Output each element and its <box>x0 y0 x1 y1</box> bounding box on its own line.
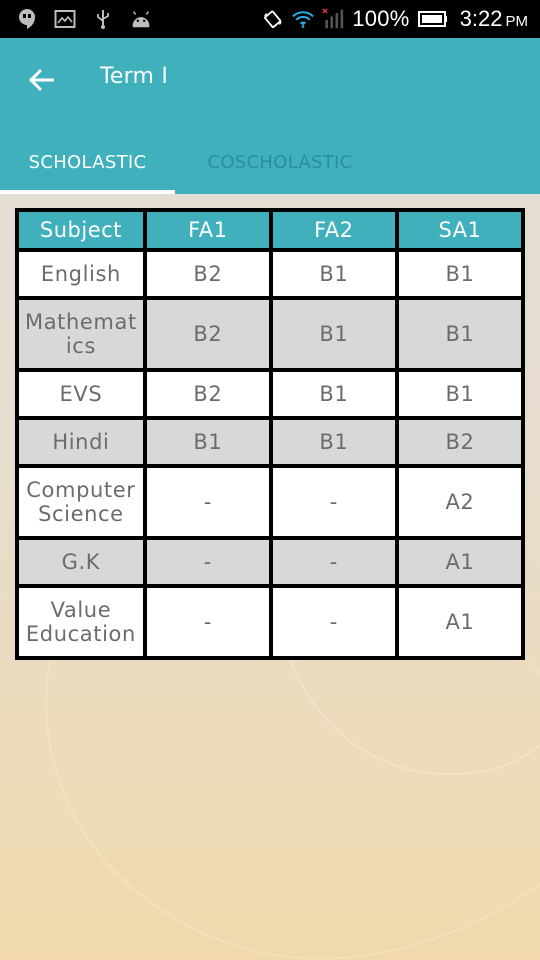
grade-cell-fa1: B2 <box>146 252 269 296</box>
clock: 3:22 PM <box>460 6 528 32</box>
table-row: Hindi B1 B1 B2 <box>19 420 521 464</box>
grade-cell-sa1: B1 <box>398 252 521 296</box>
grade-cell-fa2: - <box>272 588 395 656</box>
subject-cell: Computer Science <box>19 468 143 536</box>
grade-cell-sa1: A1 <box>398 588 521 656</box>
page-title: Term I <box>100 64 169 89</box>
grade-cell-sa1: A1 <box>398 540 521 584</box>
subject-cell: English <box>19 252 143 296</box>
grade-cell-fa1: - <box>146 468 269 536</box>
grade-cell-fa2: B1 <box>272 420 395 464</box>
grade-cell-fa1: B2 <box>146 372 269 416</box>
grade-cell-sa1: A2 <box>398 468 521 536</box>
tab-scholastic[interactable]: SCHOLASTIC <box>0 130 175 194</box>
grade-cell-sa1: B1 <box>398 372 521 416</box>
wifi-icon <box>292 8 315 30</box>
grade-cell-fa1: B1 <box>146 420 269 464</box>
subject-cell: Hindi <box>19 420 143 464</box>
grade-cell-fa1: - <box>146 588 269 656</box>
grade-cell-fa2: - <box>272 468 395 536</box>
table-row: Mathemat ics B2 B1 B1 <box>19 300 521 368</box>
android-debug-icon <box>130 8 152 30</box>
header-fa1: FA1 <box>146 212 269 248</box>
battery-icon <box>417 8 448 30</box>
tab-bar: SCHOLASTIC COSCHOLASTIC <box>0 130 540 194</box>
grade-cell-fa2: B1 <box>272 372 395 416</box>
table-row: Value Education - - A1 <box>19 588 521 656</box>
header-sa1: SA1 <box>398 212 521 248</box>
grade-cell-fa1: B2 <box>146 300 269 368</box>
rotation-lock-icon <box>262 8 284 30</box>
back-button[interactable] <box>22 62 62 98</box>
grade-cell-sa1: B2 <box>398 420 521 464</box>
arrow-left-icon <box>28 68 54 92</box>
grade-cell-fa1: - <box>146 540 269 584</box>
gallery-icon <box>54 8 76 30</box>
table-row: EVS B2 B1 B1 <box>19 372 521 416</box>
hangouts-icon <box>16 8 38 30</box>
usb-icon <box>92 8 114 30</box>
table-row: English B2 B1 B1 <box>19 252 521 296</box>
header-fa2: FA2 <box>272 212 395 248</box>
system-indicators: 100% 3:22 PM <box>262 6 528 32</box>
signal-no-service-icon <box>322 8 344 30</box>
grade-cell-fa2: B1 <box>272 252 395 296</box>
grade-cell-fa2: - <box>272 540 395 584</box>
grades-table: Subject FA1 FA2 SA1 English B2 B1 B1 Mat… <box>15 208 525 660</box>
subject-cell: G.K <box>19 540 143 584</box>
status-bar: 100% 3:22 PM <box>0 0 540 38</box>
grade-cell-fa2: B1 <box>272 300 395 368</box>
subject-cell: Mathemat ics <box>19 300 143 368</box>
battery-percent: 100% <box>352 6 410 31</box>
clock-time: 3:22 <box>459 6 503 31</box>
subject-cell: Value Education <box>19 588 143 656</box>
tab-coscholastic[interactable]: COSCHOLASTIC <box>175 130 385 194</box>
table-header-row: Subject FA1 FA2 SA1 <box>19 212 521 248</box>
subject-cell: EVS <box>19 372 143 416</box>
table-row: Computer Science - - A2 <box>19 468 521 536</box>
app-bar: Term I SCHOLASTIC COSCHOLASTIC <box>0 38 540 194</box>
table-row: G.K - - A1 <box>19 540 521 584</box>
clock-ampm: PM <box>505 13 529 30</box>
tab-indicator <box>0 190 175 194</box>
grade-cell-sa1: B1 <box>398 300 521 368</box>
notification-icons <box>16 8 152 30</box>
header-subject: Subject <box>19 212 143 248</box>
